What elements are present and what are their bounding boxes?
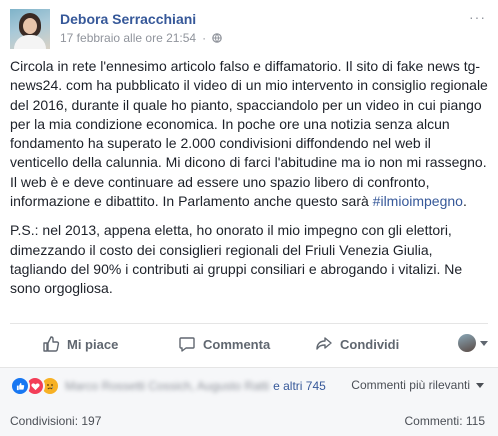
share-icon	[316, 337, 332, 350]
post-meta: 17 febbraio alle ore 21:54 ·	[60, 31, 222, 45]
post-header: Debora Serracchiani 17 febbraio alle ore…	[10, 9, 490, 49]
more-options-icon[interactable]: ···	[469, 9, 486, 25]
globe-icon[interactable]	[212, 33, 222, 43]
author-name[interactable]: Debora Serracchiani	[60, 11, 196, 27]
reactions-footer: Marco Rossetti Cossich, Augusto Ratti e …	[0, 367, 498, 436]
reactions-summary[interactable]: Marco Rossetti Cossich, Augusto Ratti e …	[10, 376, 326, 396]
post-body: Circola in rete l'ennesimo articolo fals…	[10, 57, 490, 309]
identity-selector[interactable]	[458, 334, 488, 352]
reaction-names[interactable]: Marco Rossetti Cossich, Augusto Ratti	[65, 379, 269, 393]
share-count[interactable]: Condivisioni: 197	[10, 414, 101, 428]
comment-icon	[179, 337, 195, 352]
chevron-down-icon	[476, 382, 484, 388]
comment-count[interactable]: Commenti: 115	[405, 414, 485, 428]
divider	[10, 323, 488, 324]
avatar[interactable]	[10, 9, 50, 49]
comment-button[interactable]: Commenta	[178, 329, 270, 359]
hashtag-link[interactable]: #ilmioimpegno	[373, 193, 463, 209]
chevron-down-icon	[480, 340, 488, 346]
share-button[interactable]: Condividi	[315, 329, 399, 359]
like-reaction-icon	[10, 376, 30, 396]
reaction-others-link[interactable]: e altri 745	[273, 379, 326, 393]
comment-sort-dropdown[interactable]: Commenti più rilevanti	[351, 378, 484, 392]
separator: ·	[202, 31, 207, 45]
action-bar: Mi piace Commenta Condividi	[10, 329, 488, 359]
avatar	[458, 334, 476, 352]
post-paragraph-1: Circola in rete l'ennesimo articolo fals…	[10, 58, 488, 210]
thumbs-up-icon	[43, 336, 60, 352]
timestamp[interactable]: 17 febbraio alle ore 21:54	[60, 31, 196, 45]
post-paragraph-2: P.S.: nel 2013, appena eletta, ho onorat…	[10, 222, 463, 297]
like-button[interactable]: Mi piace	[42, 329, 118, 359]
